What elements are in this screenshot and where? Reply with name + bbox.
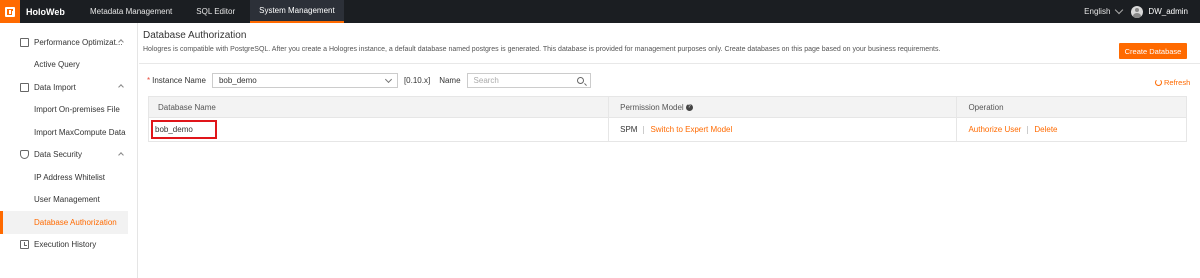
database-table: Database Name Permission Model ? Operati… <box>148 96 1187 142</box>
sidebar-group-performance[interactable]: Performance Optimizat... <box>0 31 137 54</box>
delete-link[interactable]: Delete <box>1034 125 1057 134</box>
page-title: Database Authorization <box>143 30 247 41</box>
column-header-operation: Operation <box>968 102 1004 112</box>
instance-name-select[interactable]: bob_demo <box>211 73 398 88</box>
permission-model-value: SPM <box>620 125 638 134</box>
tab-sql-editor[interactable]: SQL Editor <box>187 0 244 23</box>
table-row: bob_demo SPM Switch to Expert Model Auth… <box>149 117 1186 141</box>
instance-version: [0.10.x] <box>403 76 431 85</box>
sidebar-group-label: Data Security <box>34 150 83 160</box>
column-header-label: Permission Model <box>620 102 684 112</box>
username[interactable]: DW_admin <box>1148 7 1188 16</box>
refresh-icon <box>1155 79 1162 86</box>
help-icon[interactable]: ? <box>685 103 693 111</box>
required-mark: * <box>147 76 151 85</box>
cell-permission-model: SPM Switch to Expert Model <box>609 118 958 141</box>
sidebar-item-user-management[interactable]: User Management <box>0 189 128 212</box>
instance-name-label: Instance Name <box>152 76 206 85</box>
search-input[interactable]: Search <box>466 73 591 88</box>
avatar[interactable] <box>1131 5 1144 18</box>
cell-operation: Authorize User Delete <box>957 118 1186 141</box>
holoweb-logo-icon[interactable] <box>0 0 20 23</box>
sidebar-group-execution-history[interactable]: Execution History <box>0 234 137 257</box>
history-icon <box>20 240 29 250</box>
sidebar-group-data-import[interactable]: Data Import <box>0 76 137 99</box>
sidebar-group-data-security[interactable]: Data Security <box>0 144 137 167</box>
chevron-down-icon <box>384 75 392 84</box>
tab-system-management[interactable]: System Management <box>250 0 344 23</box>
sidebar-item-import-on-premises-file[interactable]: Import On-premises File <box>0 99 128 122</box>
instance-name-value: bob_demo <box>218 76 257 85</box>
column-header-permission-model: Permission Model ? <box>609 97 958 117</box>
refresh-button[interactable]: Refresh <box>1155 78 1190 87</box>
app-name: HoloWeb <box>26 6 65 17</box>
table-header: Database Name Permission Model ? Operati… <box>149 97 1186 117</box>
shield-icon <box>20 150 29 160</box>
sidebar-item-import-maxcompute-data[interactable]: Import MaxCompute Data <box>0 121 128 144</box>
name-label: Name <box>439 76 461 85</box>
import-icon <box>20 82 29 92</box>
switch-to-expert-model-link[interactable]: Switch to Expert Model <box>650 125 732 134</box>
sidebar: Performance Optimizat... Active Query Da… <box>0 23 138 278</box>
column-header-database-name: Database Name <box>149 97 610 117</box>
sidebar-group-label: Data Import <box>34 82 76 92</box>
search-placeholder: Search <box>473 76 499 85</box>
database-name-highlighted: bob_demo <box>151 120 217 139</box>
page-description: Hologres is compatible with PostgreSQL. … <box>143 46 941 53</box>
refresh-label: Refresh <box>1164 78 1191 87</box>
chevron-down-icon[interactable] <box>1115 5 1124 15</box>
performance-icon <box>20 37 29 47</box>
search-icon[interactable] <box>576 77 584 84</box>
sidebar-item-active-query[interactable]: Active Query <box>0 54 128 77</box>
tab-metadata-management[interactable]: Metadata Management <box>81 0 181 23</box>
language-selector[interactable]: English <box>1084 7 1110 16</box>
top-navigation-bar: HoloWeb Metadata Management SQL Editor S… <box>0 0 1200 23</box>
cell-database-name: bob_demo <box>149 118 610 141</box>
main-content: Database Authorization Hologres is compa… <box>139 23 1200 278</box>
divider <box>139 63 1200 64</box>
chevron-up-icon <box>118 151 124 158</box>
separator <box>643 125 645 134</box>
sidebar-item-database-authorization[interactable]: Database Authorization <box>0 211 128 234</box>
separator <box>1027 125 1029 134</box>
authorize-user-link[interactable]: Authorize User <box>968 125 1021 134</box>
sidebar-item-ip-address-whitelist[interactable]: IP Address Whitelist <box>0 166 128 189</box>
sidebar-group-label: Execution History <box>34 240 97 250</box>
sidebar-group-label: Performance Optimizat... <box>34 37 123 47</box>
chevron-up-icon <box>118 84 124 90</box>
filter-bar: * Instance Name bob_demo [0.10.x] Name S… <box>147 73 591 88</box>
create-database-button[interactable]: Create Database <box>1119 43 1187 59</box>
